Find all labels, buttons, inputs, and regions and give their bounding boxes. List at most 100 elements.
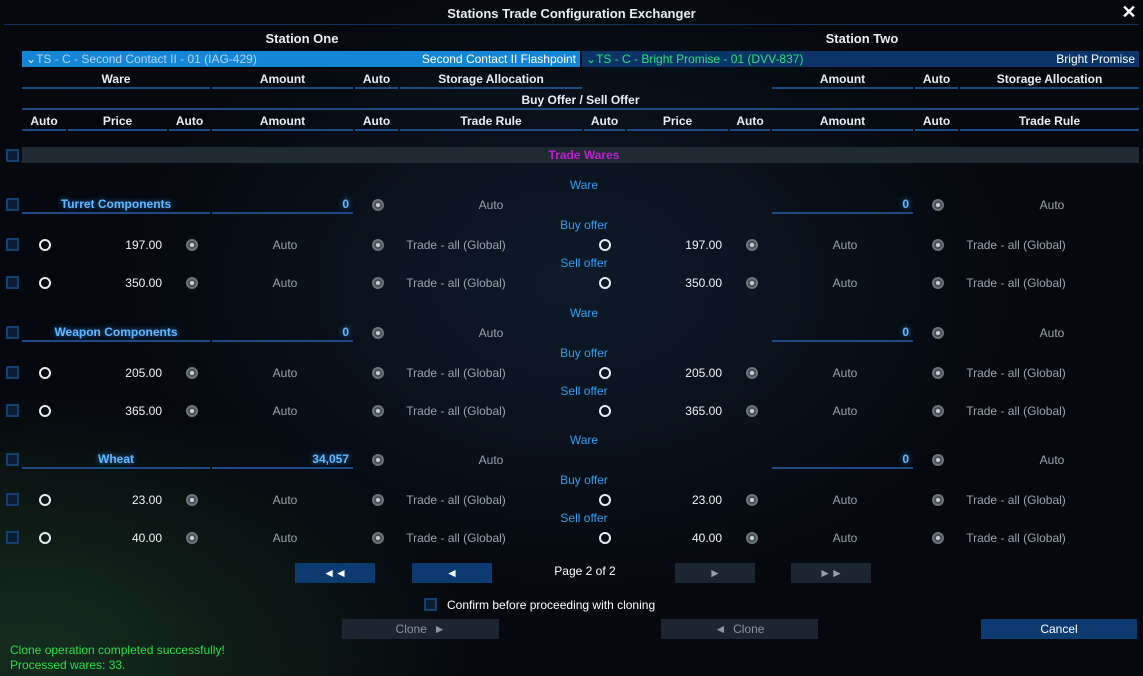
sell-offer-trade-rule-left[interactable]: Trade - all (Global) — [400, 530, 512, 546]
sell-offer-amount-auto-radio-right[interactable] — [746, 277, 758, 289]
buy-offer-trade-rule-left[interactable]: Trade - all (Global) — [400, 365, 512, 381]
buy-offer-price-left[interactable]: 197.00 — [68, 237, 162, 253]
buy-offer-price-auto-radio-right[interactable] — [599, 494, 611, 506]
sell-offer-trade-rule-right[interactable]: Trade - all (Global) — [960, 530, 1072, 546]
sell-offer-price-right[interactable]: 350.00 — [627, 275, 722, 291]
buy-offer-rule-auto-radio-left[interactable] — [372, 239, 384, 251]
sell-offer-rule-auto-radio-right[interactable] — [932, 532, 944, 544]
sell-offer-amount-auto-radio-left[interactable] — [186, 405, 198, 417]
storage-auto-radio-right[interactable] — [932, 327, 944, 339]
sell-offer-trade-rule-left[interactable]: Trade - all (Global) — [400, 403, 512, 419]
ware-amount-right[interactable]: 0 — [772, 325, 913, 339]
ware-name: Weapon Components — [54, 325, 178, 339]
buy-offer-price-auto-radio-right[interactable] — [599, 239, 611, 251]
close-icon[interactable]: ✕ — [1119, 2, 1139, 22]
sell-offer-trade-rule-right[interactable]: Trade - all (Global) — [960, 275, 1072, 291]
sell-offer-price-auto-radio-left[interactable] — [39, 532, 51, 544]
ware-amount-right[interactable]: 0 — [772, 452, 913, 466]
sell-offer-rule-auto-radio-left[interactable] — [372, 532, 384, 544]
sell-offer-row-checkbox[interactable] — [6, 531, 19, 544]
sell-offer-amount-auto-radio-left[interactable] — [186, 532, 198, 544]
buy-offer-price-right[interactable]: 23.00 — [627, 492, 722, 508]
station-two-dropdown[interactable]: ⌄TS - C - Bright Promise - 01 (DVV-837) … — [582, 51, 1139, 67]
cancel-button[interactable]: Cancel — [981, 619, 1137, 639]
buy-offer-amount-auto-radio-right[interactable] — [746, 494, 758, 506]
sell-offer-price-auto-radio-right[interactable] — [599, 532, 611, 544]
sell-offer-price-left[interactable]: 350.00 — [68, 275, 162, 291]
sell-offer-trade-rule-left[interactable]: Trade - all (Global) — [400, 275, 512, 291]
status-success: Clone operation completed successfully! — [10, 643, 225, 657]
buy-offer-amount-auto-radio-right[interactable] — [746, 367, 758, 379]
storage-auto-radio-left[interactable] — [372, 327, 384, 339]
sell-offer-price-auto-radio-left[interactable] — [39, 277, 51, 289]
buy-offer-amount-auto-radio-left[interactable] — [186, 367, 198, 379]
buy-offer-trade-rule-right[interactable]: Trade - all (Global) — [960, 492, 1072, 508]
buy-offer-rule-auto-radio-left[interactable] — [372, 494, 384, 506]
sell-offer-price-right[interactable]: 365.00 — [627, 403, 722, 419]
sell-offer-price-auto-radio-right[interactable] — [599, 277, 611, 289]
clone-left-label: Clone — [733, 622, 765, 636]
section-label-buy-offer: Buy offer — [560, 473, 608, 487]
buy-offer-price-auto-radio-left[interactable] — [39, 239, 51, 251]
prev-page-button[interactable]: ◄ — [412, 563, 492, 583]
ware-amount-left[interactable]: 0 — [212, 325, 353, 339]
buy-offer-row-checkbox[interactable] — [6, 238, 19, 251]
buy-offer-price-auto-radio-left[interactable] — [39, 494, 51, 506]
storage-auto-radio-right[interactable] — [932, 454, 944, 466]
buy-offer-trade-rule-left[interactable]: Trade - all (Global) — [400, 492, 512, 508]
ware-amount-left[interactable]: 34,057 — [212, 452, 353, 466]
sell-offer-row-checkbox[interactable] — [6, 404, 19, 417]
buy-offer-price-right[interactable]: 205.00 — [627, 365, 722, 381]
sell-offer-price-left[interactable]: 40.00 — [68, 530, 162, 546]
ware-amount-right[interactable]: 0 — [772, 197, 913, 211]
sell-offer-rule-auto-radio-right[interactable] — [932, 277, 944, 289]
clone-right-button[interactable]: Clone ► — [342, 619, 499, 639]
sell-offer-price-right[interactable]: 40.00 — [627, 530, 722, 546]
ware-row-checkbox[interactable] — [6, 453, 19, 466]
storage-auto-radio-left[interactable] — [372, 199, 384, 211]
sell-offer-amount-auto-radio-left[interactable] — [186, 277, 198, 289]
buy-offer-row-checkbox[interactable] — [6, 493, 19, 506]
sell-offer-rule-auto-radio-right[interactable] — [932, 405, 944, 417]
sell-offer-price-auto-radio-left[interactable] — [39, 405, 51, 417]
ware-row-checkbox[interactable] — [6, 198, 19, 211]
ware-amount-left[interactable]: 0 — [212, 197, 353, 211]
buy-offer-amount-auto-radio-left[interactable] — [186, 239, 198, 251]
sell-offer-amount-auto-radio-right[interactable] — [746, 532, 758, 544]
last-page-button[interactable]: ►► — [791, 563, 871, 583]
buy-offer-rule-auto-radio-left[interactable] — [372, 367, 384, 379]
sell-offer-price-auto-radio-right[interactable] — [599, 405, 611, 417]
first-page-button[interactable]: ◄◄ — [295, 563, 375, 583]
buy-offer-trade-rule-left[interactable]: Trade - all (Global) — [400, 237, 512, 253]
confirm-checkbox[interactable] — [424, 598, 437, 611]
col-auto-1: Auto — [22, 114, 66, 131]
buy-offer-trade-rule-right[interactable]: Trade - all (Global) — [960, 237, 1072, 253]
sell-offer-rule-auto-radio-left[interactable] — [372, 277, 384, 289]
buy-offer-price-left[interactable]: 205.00 — [68, 365, 162, 381]
sell-offer-price-left[interactable]: 365.00 — [68, 403, 162, 419]
col-auto-header-left: Auto — [355, 72, 398, 89]
storage-auto-radio-left[interactable] — [372, 454, 384, 466]
storage-auto-radio-right[interactable] — [932, 199, 944, 211]
buy-offer-price-auto-radio-right[interactable] — [599, 367, 611, 379]
clone-left-button[interactable]: ◄ Clone — [661, 619, 818, 639]
buy-offer-row-checkbox[interactable] — [6, 366, 19, 379]
buy-offer-amount-auto-radio-left[interactable] — [186, 494, 198, 506]
buy-offer-price-right[interactable]: 197.00 — [627, 237, 722, 253]
sell-offer-trade-rule-right[interactable]: Trade - all (Global) — [960, 403, 1072, 419]
sell-offer-amount-auto-radio-right[interactable] — [746, 405, 758, 417]
buy-offer-trade-rule-right[interactable]: Trade - all (Global) — [960, 365, 1072, 381]
col-amount-header-right: Amount — [772, 72, 913, 89]
sell-offer-rule-auto-radio-left[interactable] — [372, 405, 384, 417]
buy-offer-rule-auto-radio-right[interactable] — [932, 494, 944, 506]
next-page-button[interactable]: ► — [675, 563, 755, 583]
station-one-dropdown[interactable]: ⌄TS - C - Second Contact II - 01 (IAG-42… — [22, 51, 580, 67]
buy-offer-price-auto-radio-left[interactable] — [39, 367, 51, 379]
select-all-checkbox[interactable] — [6, 149, 19, 162]
buy-offer-rule-auto-radio-right[interactable] — [932, 239, 944, 251]
buy-offer-rule-auto-radio-right[interactable] — [932, 367, 944, 379]
ware-row-checkbox[interactable] — [6, 326, 19, 339]
buy-offer-amount-auto-radio-right[interactable] — [746, 239, 758, 251]
sell-offer-row-checkbox[interactable] — [6, 276, 19, 289]
buy-offer-price-left[interactable]: 23.00 — [68, 492, 162, 508]
